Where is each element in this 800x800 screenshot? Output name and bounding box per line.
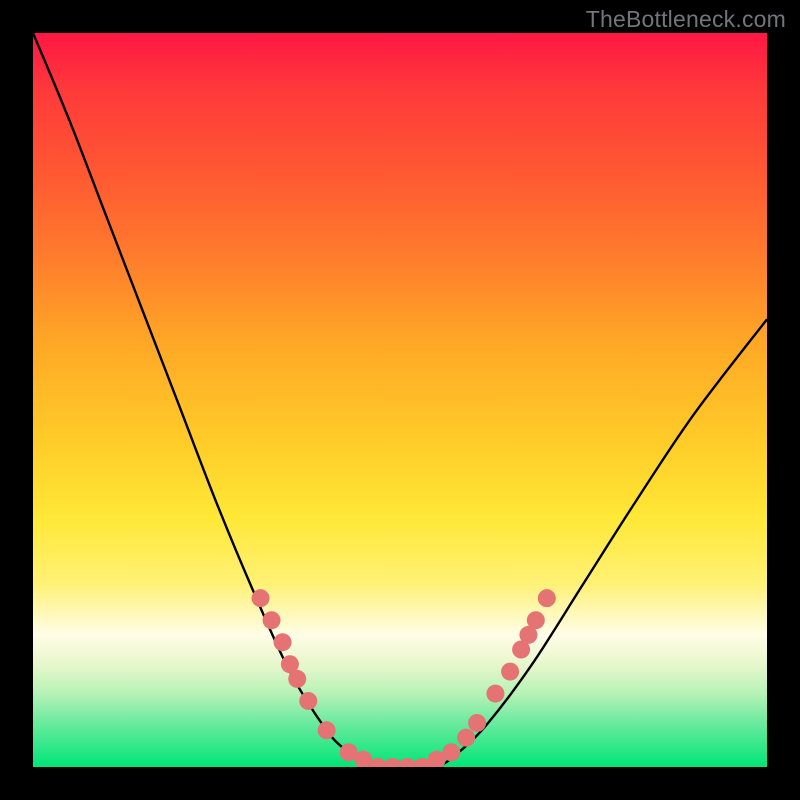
bottleneck-curve [33,33,767,767]
curve-marker [486,685,504,703]
curve-marker [288,670,306,688]
curve-marker [274,633,292,651]
curve-marker [263,611,281,629]
curve-markers [252,589,556,767]
bottleneck-curve-svg [33,33,767,767]
curve-marker [527,611,545,629]
curve-marker [442,743,460,761]
curve-marker [299,692,317,710]
chart-container: TheBottleneck.com [0,0,800,800]
plot-area [33,33,767,767]
curve-marker [252,589,270,607]
curve-marker [468,714,486,732]
curve-marker [538,589,556,607]
curve-marker [501,663,519,681]
watermark-text: TheBottleneck.com [586,6,786,33]
curve-marker [457,729,475,747]
curve-marker [318,721,336,739]
